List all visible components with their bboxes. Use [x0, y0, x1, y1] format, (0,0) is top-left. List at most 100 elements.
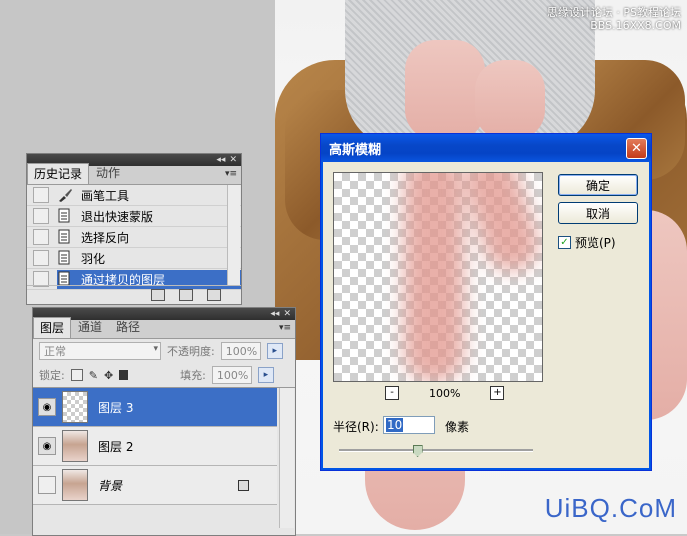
chevron-down-icon: ▾: [153, 344, 158, 354]
visibility-toggle-empty[interactable]: [38, 476, 56, 494]
preview-label: 预览(P): [575, 236, 616, 250]
history-source-checkbox[interactable]: [33, 250, 49, 266]
preview-leg-right: [456, 173, 542, 279]
history-source-checkbox[interactable]: [33, 229, 49, 245]
layer-thumbnail: [62, 469, 88, 501]
zoom-in-button[interactable]: +: [490, 386, 505, 400]
fill-field[interactable]: 100%: [211, 366, 252, 384]
layer-name: 背景: [98, 478, 123, 493]
history-state-icon: [57, 208, 73, 224]
layer-thumbnail: [62, 391, 88, 423]
eye-icon[interactable]: ◉: [38, 437, 56, 455]
history-tabbar: 历史记录 动作 ▾≡: [27, 163, 241, 185]
lock-all-icon[interactable]: [119, 370, 129, 380]
blend-mode-select[interactable]: 正常 ▾: [39, 342, 161, 360]
tab-paths[interactable]: 路径: [109, 316, 147, 338]
cancel-button[interactable]: 取消: [558, 202, 638, 224]
tab-layers[interactable]: 图层: [33, 317, 72, 338]
radius-unit: 像素: [445, 420, 470, 434]
history-item-label: 画笔工具: [81, 188, 130, 203]
lock-paint-icon[interactable]: ✎: [89, 369, 98, 382]
layers-list: ◉ 图层 3 ◉ 图层 2 背景: [33, 387, 295, 505]
layers-tabbar: 图层 通道 路径 ▾≡: [33, 317, 295, 339]
fill-slider-arrow-icon[interactable]: ▸: [257, 367, 274, 383]
history-list: 画笔工具 退出快速蒙版 选择反向 羽化 通过拷贝的图层: [27, 185, 241, 290]
history-source-checkbox[interactable]: [33, 187, 49, 203]
preview-checkbox[interactable]: ✓: [558, 236, 571, 249]
layer-row-selected[interactable]: ◉ 图层 3: [33, 388, 277, 427]
zoom-value: 100%: [429, 386, 461, 400]
history-item-label: 选择反向: [81, 230, 130, 245]
radius-slider-track[interactable]: [339, 449, 533, 452]
lock-fill-row: 锁定: ✎ ✥ 填充: 100% ▸: [33, 363, 295, 387]
layers-scrollbar[interactable]: [279, 388, 294, 528]
lock-label: 锁定:: [39, 369, 65, 382]
radius-value: 10: [386, 418, 404, 432]
watermark-top: 思缘设计论坛 · PS教程论坛 BBS.16XX8.COM: [547, 6, 681, 32]
radius-slider-thumb[interactable]: [412, 445, 423, 457]
cancel-button-wrap: 取消: [558, 202, 638, 224]
fill-label: 填充:: [180, 369, 206, 382]
close-icon[interactable]: ✕: [283, 309, 291, 319]
arm-left: [405, 40, 485, 140]
blend-opacity-row: 正常 ▾ 不透明度: 100% ▸: [33, 339, 295, 363]
collapse-icon[interactable]: ◂◂: [216, 155, 225, 165]
history-item[interactable]: 画笔工具: [27, 185, 241, 206]
preview-leg-left: [404, 173, 464, 381]
watermark-top-line2: BBS.16XX8.COM: [590, 19, 681, 32]
dialog-titlebar[interactable]: 高斯模糊 ✕: [321, 134, 651, 162]
tab-actions[interactable]: 动作: [89, 162, 127, 184]
opacity-slider-arrow-icon[interactable]: ▸: [266, 343, 283, 359]
lock-move-icon[interactable]: ✥: [104, 369, 113, 382]
brush-icon: [57, 187, 73, 203]
history-item[interactable]: 选择反向: [27, 227, 241, 248]
close-icon[interactable]: ✕: [626, 138, 647, 159]
history-panel: ◂◂ ✕ 历史记录 动作 ▾≡ 画笔工具 退出快速蒙版 选择反向 羽化 通过拷贝…: [26, 153, 242, 305]
watermark-bottom: UiBQ.CoM: [544, 493, 677, 523]
history-scrollbar[interactable]: [227, 185, 240, 285]
layer-name: 图层 2: [98, 439, 134, 454]
eye-icon[interactable]: ◉: [38, 398, 56, 416]
lock-transparent-icon[interactable]: [70, 369, 83, 381]
history-state-icon: [57, 229, 73, 245]
ok-button[interactable]: 确定: [558, 174, 638, 196]
blur-preview[interactable]: [333, 172, 543, 382]
ok-button-wrap: 确定: [558, 174, 638, 196]
panel-menu-icon[interactable]: ▾≡: [279, 323, 291, 333]
trash-icon[interactable]: [207, 289, 221, 301]
layer-thumbnail: [62, 430, 88, 462]
camera-snapshot-icon[interactable]: [179, 289, 193, 301]
new-document-from-state-icon[interactable]: [151, 289, 165, 301]
radius-label: 半径(R):: [333, 420, 379, 434]
opacity-value: 100%: [225, 344, 258, 358]
gaussian-blur-dialog: 高斯模糊 ✕ - 100% + 确定 取消 ✓ 预览(P) 半径(R): 10 …: [320, 133, 652, 471]
layer-name: 图层 3: [98, 400, 134, 415]
arm-right: [475, 60, 545, 140]
panel-menu-icon[interactable]: ▾≡: [225, 169, 237, 179]
layers-panel: ◂◂ ✕ 图层 通道 路径 ▾≡ 正常 ▾ 不透明度: 100% ▸ 锁定: ✎…: [32, 307, 296, 536]
opacity-label: 不透明度:: [167, 345, 215, 358]
zoom-out-button[interactable]: -: [385, 386, 399, 400]
fill-value: 100%: [216, 368, 249, 382]
dialog-title: 高斯模糊: [329, 142, 382, 158]
zoom-controls: - 100% +: [385, 386, 505, 400]
lock-icon: [238, 479, 249, 491]
watermark-top-line1: 思缘设计论坛 · PS教程论坛: [546, 6, 681, 19]
history-item[interactable]: 退出快速蒙版: [27, 206, 241, 227]
history-footer: [27, 285, 241, 304]
history-source-checkbox[interactable]: [33, 208, 49, 224]
history-item[interactable]: 羽化: [27, 248, 241, 269]
preview-checkbox-row[interactable]: ✓ 预览(P): [558, 234, 616, 251]
layer-row[interactable]: 背景: [33, 466, 277, 505]
layer-row[interactable]: ◉ 图层 2: [33, 427, 277, 466]
history-item-label: 羽化: [81, 251, 106, 266]
radius-input[interactable]: 10: [383, 416, 435, 434]
tab-channels[interactable]: 通道: [71, 316, 109, 338]
collapse-icon[interactable]: ◂◂: [270, 309, 279, 319]
close-icon[interactable]: ✕: [229, 155, 237, 165]
opacity-field[interactable]: 100%: [220, 342, 261, 360]
history-state-icon: [57, 250, 73, 266]
history-item-label: 退出快速蒙版: [81, 209, 154, 224]
blend-mode-value: 正常: [44, 345, 66, 358]
tab-history[interactable]: 历史记录: [27, 163, 90, 184]
